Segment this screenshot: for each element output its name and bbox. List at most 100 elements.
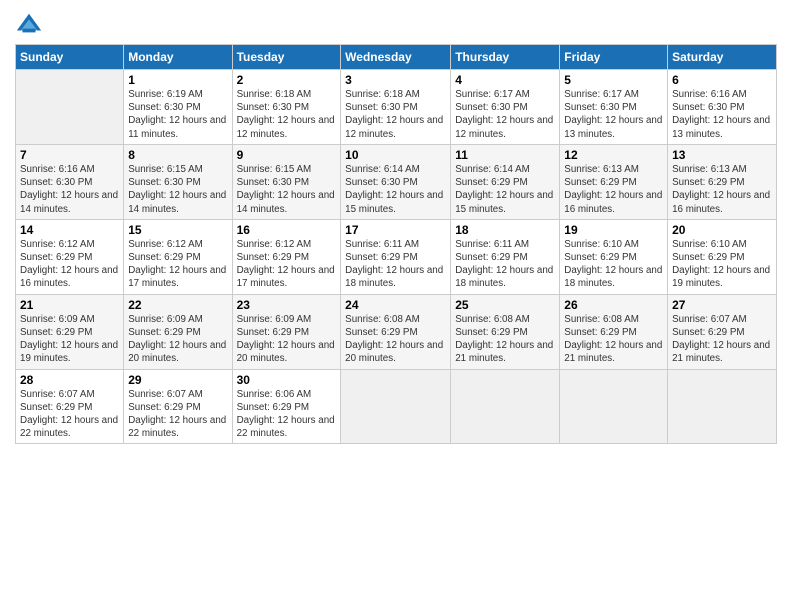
day-number: 10	[345, 148, 446, 162]
day-number: 18	[455, 223, 555, 237]
day-cell: 29 Sunrise: 6:07 AMSunset: 6:29 PMDayligh…	[124, 369, 232, 444]
day-info: Sunrise: 6:08 AMSunset: 6:29 PMDaylight:…	[564, 314, 662, 365]
day-cell: 4 Sunrise: 6:17 AMSunset: 6:30 PMDaylight…	[451, 70, 560, 145]
logo	[15, 10, 47, 38]
day-info: Sunrise: 6:12 AMSunset: 6:29 PMDaylight:…	[20, 239, 118, 290]
day-info: Sunrise: 6:14 AMSunset: 6:30 PMDaylight:…	[345, 164, 443, 215]
day-number: 27	[672, 298, 772, 312]
day-info: Sunrise: 6:13 AMSunset: 6:29 PMDaylight:…	[672, 164, 770, 215]
day-cell: 5 Sunrise: 6:17 AMSunset: 6:30 PMDaylight…	[560, 70, 668, 145]
week-row-2: 7Sunrise: 6:16 AMSunset: 6:30 PMDaylight…	[16, 144, 777, 219]
day-cell: 7Sunrise: 6:16 AMSunset: 6:30 PMDaylight…	[16, 144, 124, 219]
header-sunday: Sunday	[16, 45, 124, 70]
day-number: 23	[237, 298, 337, 312]
header	[15, 10, 777, 38]
day-number: 14	[20, 223, 119, 237]
day-number: 15	[128, 223, 227, 237]
day-number: 26	[564, 298, 663, 312]
day-cell	[341, 369, 451, 444]
day-number: 11	[455, 148, 555, 162]
day-cell	[560, 369, 668, 444]
day-cell: 28 Sunrise: 6:07 AMSunset: 6:29 PMDayligh…	[16, 369, 124, 444]
day-number: 22	[128, 298, 227, 312]
day-cell: 2 Sunrise: 6:18 AMSunset: 6:30 PMDaylight…	[232, 70, 341, 145]
day-info: Sunrise: 6:17 AMSunset: 6:30 PMDaylight:…	[564, 89, 662, 140]
day-number: 9	[237, 148, 337, 162]
page: SundayMondayTuesdayWednesdayThursdayFrid…	[0, 0, 792, 612]
day-cell: 8 Sunrise: 6:15 AMSunset: 6:30 PMDaylight…	[124, 144, 232, 219]
day-cell: 30Sunrise: 6:06 AMSunset: 6:29 PMDayligh…	[232, 369, 341, 444]
day-number: 20	[672, 223, 772, 237]
day-cell: 16Sunrise: 6:12 AMSunset: 6:29 PMDayligh…	[232, 219, 341, 294]
day-number: 4	[455, 73, 555, 87]
day-info: Sunrise: 6:07 AMSunset: 6:29 PMDaylight:…	[128, 389, 226, 440]
day-info: Sunrise: 6:11 AMSunset: 6:29 PMDaylight:…	[455, 239, 553, 290]
logo-icon	[15, 10, 43, 38]
day-cell: 12Sunrise: 6:13 AMSunset: 6:29 PMDayligh…	[560, 144, 668, 219]
week-row-1: 1 Sunrise: 6:19 AMSunset: 6:30 PMDaylight…	[16, 70, 777, 145]
day-number: 2	[237, 73, 337, 87]
header-monday: Monday	[124, 45, 232, 70]
day-cell: 21 Sunrise: 6:09 AMSunset: 6:29 PMDayligh…	[16, 294, 124, 369]
day-cell: 22 Sunrise: 6:09 AMSunset: 6:29 PMDayligh…	[124, 294, 232, 369]
day-number: 29	[128, 373, 227, 387]
day-info: Sunrise: 6:10 AMSunset: 6:29 PMDaylight:…	[564, 239, 662, 290]
day-info: Sunrise: 6:09 AMSunset: 6:29 PMDaylight:…	[20, 314, 118, 365]
day-info: Sunrise: 6:08 AMSunset: 6:29 PMDaylight:…	[455, 314, 553, 365]
day-cell: 17 Sunrise: 6:11 AMSunset: 6:29 PMDayligh…	[341, 219, 451, 294]
day-number: 17	[345, 223, 446, 237]
day-info: Sunrise: 6:09 AMSunset: 6:29 PMDaylight:…	[237, 314, 335, 365]
day-cell: 25 Sunrise: 6:08 AMSunset: 6:29 PMDayligh…	[451, 294, 560, 369]
day-info: Sunrise: 6:14 AMSunset: 6:29 PMDaylight:…	[455, 164, 553, 215]
day-info: Sunrise: 6:08 AMSunset: 6:29 PMDaylight:…	[345, 314, 443, 365]
day-cell: 23 Sunrise: 6:09 AMSunset: 6:29 PMDayligh…	[232, 294, 341, 369]
day-info: Sunrise: 6:07 AMSunset: 6:29 PMDaylight:…	[20, 389, 118, 440]
day-cell: 27 Sunrise: 6:07 AMSunset: 6:29 PMDayligh…	[668, 294, 777, 369]
day-number: 7	[20, 148, 119, 162]
day-cell	[451, 369, 560, 444]
day-info: Sunrise: 6:18 AMSunset: 6:30 PMDaylight:…	[237, 89, 335, 140]
day-info: Sunrise: 6:12 AMSunset: 6:29 PMDaylight:…	[128, 239, 226, 290]
week-row-3: 14 Sunrise: 6:12 AMSunset: 6:29 PMDayligh…	[16, 219, 777, 294]
day-info: Sunrise: 6:17 AMSunset: 6:30 PMDaylight:…	[455, 89, 553, 140]
day-info: Sunrise: 6:11 AMSunset: 6:29 PMDaylight:…	[345, 239, 443, 290]
header-friday: Friday	[560, 45, 668, 70]
day-cell: 14 Sunrise: 6:12 AMSunset: 6:29 PMDayligh…	[16, 219, 124, 294]
header-thursday: Thursday	[451, 45, 560, 70]
day-info: Sunrise: 6:15 AMSunset: 6:30 PMDaylight:…	[128, 164, 226, 215]
header-row: SundayMondayTuesdayWednesdayThursdayFrid…	[16, 45, 777, 70]
day-info: Sunrise: 6:09 AMSunset: 6:29 PMDaylight:…	[128, 314, 226, 365]
calendar-table: SundayMondayTuesdayWednesdayThursdayFrid…	[15, 44, 777, 444]
day-cell	[668, 369, 777, 444]
day-cell: 11 Sunrise: 6:14 AMSunset: 6:29 PMDayligh…	[451, 144, 560, 219]
day-number: 5	[564, 73, 663, 87]
day-number: 21	[20, 298, 119, 312]
header-tuesday: Tuesday	[232, 45, 341, 70]
day-cell: 24Sunrise: 6:08 AMSunset: 6:29 PMDayligh…	[341, 294, 451, 369]
day-number: 28	[20, 373, 119, 387]
day-info: Sunrise: 6:19 AMSunset: 6:30 PMDaylight:…	[128, 89, 226, 140]
day-number: 19	[564, 223, 663, 237]
header-wednesday: Wednesday	[341, 45, 451, 70]
day-info: Sunrise: 6:18 AMSunset: 6:30 PMDaylight:…	[345, 89, 443, 140]
week-row-4: 21 Sunrise: 6:09 AMSunset: 6:29 PMDayligh…	[16, 294, 777, 369]
day-info: Sunrise: 6:07 AMSunset: 6:29 PMDaylight:…	[672, 314, 770, 365]
day-cell: 19 Sunrise: 6:10 AMSunset: 6:29 PMDayligh…	[560, 219, 668, 294]
day-cell: 18 Sunrise: 6:11 AMSunset: 6:29 PMDayligh…	[451, 219, 560, 294]
day-number: 13	[672, 148, 772, 162]
day-number: 3	[345, 73, 446, 87]
day-cell: 1 Sunrise: 6:19 AMSunset: 6:30 PMDaylight…	[124, 70, 232, 145]
day-cell: 10 Sunrise: 6:14 AMSunset: 6:30 PMDayligh…	[341, 144, 451, 219]
day-number: 30	[237, 373, 337, 387]
day-cell: 26 Sunrise: 6:08 AMSunset: 6:29 PMDayligh…	[560, 294, 668, 369]
day-number: 1	[128, 73, 227, 87]
day-cell: 3 Sunrise: 6:18 AMSunset: 6:30 PMDaylight…	[341, 70, 451, 145]
day-number: 6	[672, 73, 772, 87]
day-number: 8	[128, 148, 227, 162]
day-number: 25	[455, 298, 555, 312]
header-saturday: Saturday	[668, 45, 777, 70]
day-number: 12	[564, 148, 663, 162]
day-cell: 15 Sunrise: 6:12 AMSunset: 6:29 PMDayligh…	[124, 219, 232, 294]
day-cell: 20Sunrise: 6:10 AMSunset: 6:29 PMDayligh…	[668, 219, 777, 294]
day-cell: 9Sunrise: 6:15 AMSunset: 6:30 PMDaylight…	[232, 144, 341, 219]
